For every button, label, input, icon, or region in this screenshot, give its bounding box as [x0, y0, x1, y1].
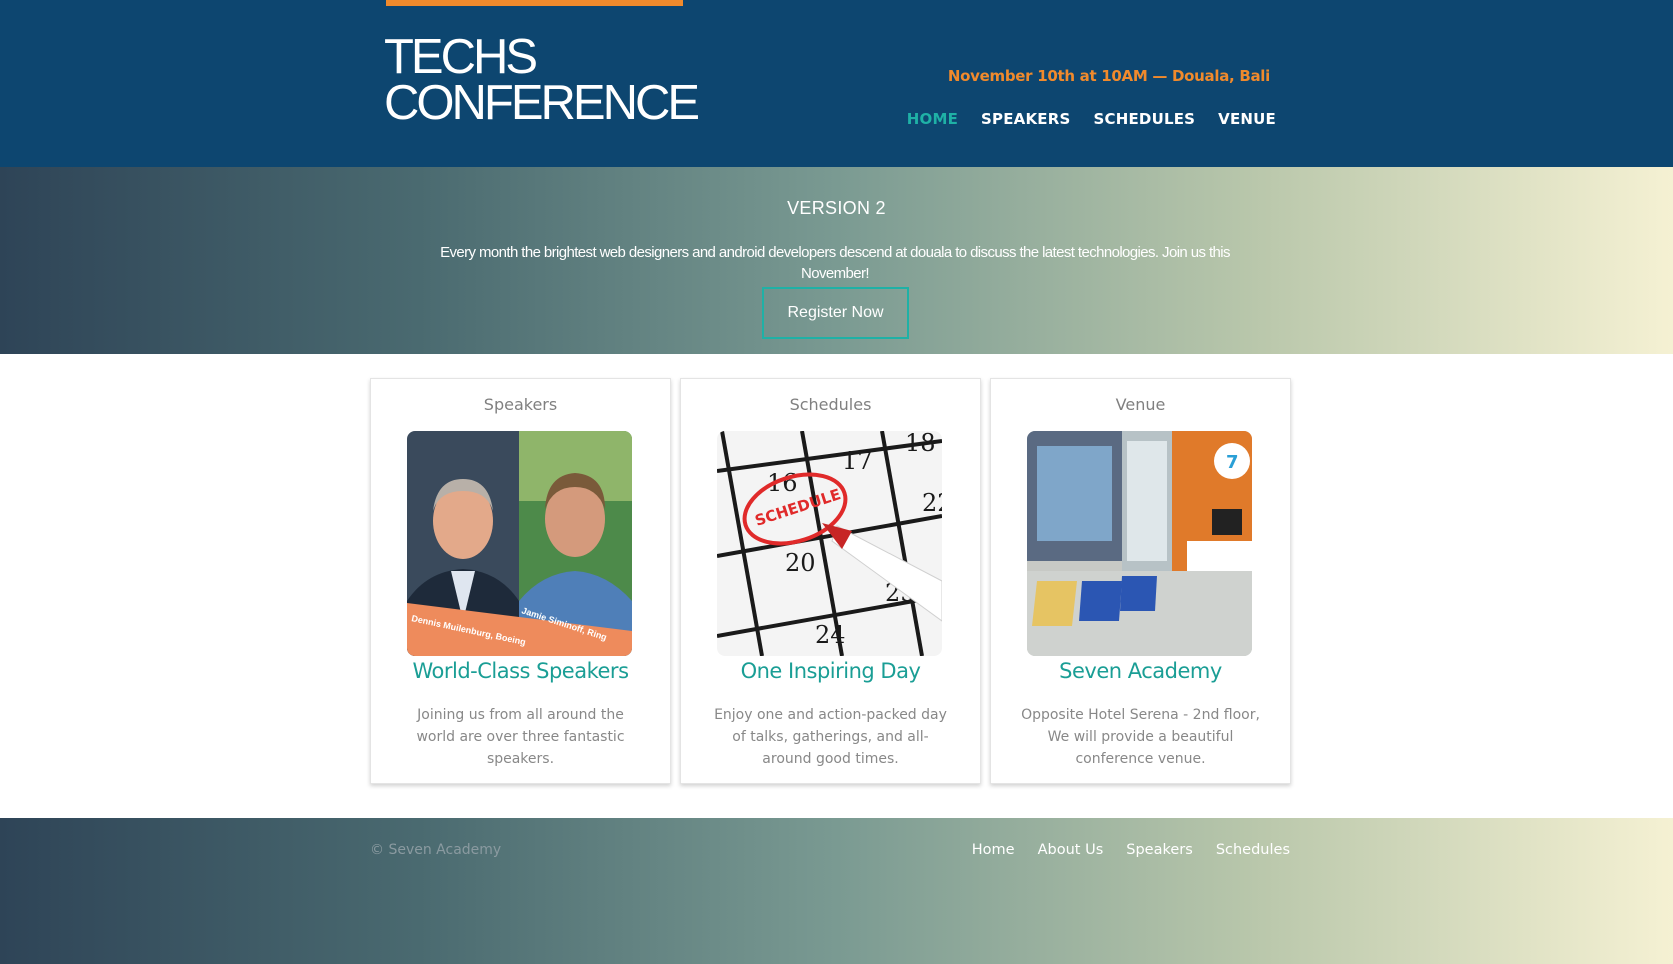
calendar-day: 17: [842, 447, 873, 475]
nav-home[interactable]: HOME: [907, 110, 958, 128]
footer-nav: Home About Us Speakers Schedules: [972, 842, 1290, 858]
calendar-day: 20: [785, 549, 816, 577]
logo-line-2: CONFERENCE: [384, 76, 700, 130]
site-logo[interactable]: TECHS CONFERENCE: [384, 30, 700, 130]
nav-schedules[interactable]: SCHEDULES: [1094, 110, 1196, 128]
copyright-text: © Seven Academy: [370, 842, 502, 858]
venue-illustration: 7: [1027, 431, 1252, 656]
speakers-illustration: Dennis Muilenburg, Boeing Jamie Siminoff…: [407, 431, 632, 656]
venue-card: Venue 7 Seven Academy Opposite Hotel Ser…: [990, 378, 1291, 784]
venue-photo[interactable]: 7: [1027, 431, 1252, 656]
site-footer: © Seven Academy Home About Us Speakers S…: [0, 818, 1673, 964]
calendar-illustration: 16 17 18 20 22 25 24 SCHEDULE: [717, 431, 942, 656]
footer-link-home[interactable]: Home: [972, 842, 1015, 858]
schedules-card: Schedules 16 17 18 20 22 25 24 SCH: [680, 378, 981, 784]
hero-title: VERSION 2: [787, 198, 886, 218]
nav-venue[interactable]: VENUE: [1218, 110, 1276, 128]
card-title[interactable]: Seven Academy: [991, 659, 1290, 683]
hero-description: Every month the brightest web designers …: [440, 244, 1230, 282]
register-now-button[interactable]: Register Now: [762, 287, 909, 339]
site-header: TECHS CONFERENCE November 10th at 10AM —…: [0, 0, 1673, 167]
calendar-day: 24: [815, 621, 846, 649]
card-heading: Schedules: [789, 395, 872, 414]
logo-line-1: TECHS: [384, 30, 538, 84]
card-description: Joining us from all around the world are…: [416, 707, 625, 767]
brand-accent-bar: [386, 0, 683, 6]
speakers-photo[interactable]: Dennis Muilenburg, Boeing Jamie Siminoff…: [407, 431, 632, 656]
footer-link-speakers[interactable]: Speakers: [1126, 842, 1193, 858]
nav-speakers[interactable]: SPEAKERS: [981, 110, 1070, 128]
footer-link-schedules[interactable]: Schedules: [1216, 842, 1290, 858]
event-info: November 10th at 10AM — Douala, Bali: [947, 67, 1270, 85]
card-description: Enjoy one and action-packed day of talks…: [714, 707, 947, 767]
svg-text:7: 7: [1226, 452, 1239, 473]
card-heading: Venue: [1115, 395, 1166, 414]
schedule-calendar-photo[interactable]: 16 17 18 20 22 25 24 SCHEDULE: [717, 431, 942, 656]
calendar-day: 22: [922, 489, 942, 517]
card-heading: Speakers: [483, 395, 558, 414]
card-description: Opposite Hotel Serena - 2nd floor, We wi…: [1021, 707, 1260, 767]
main-nav: HOME SPEAKERS SCHEDULES VENUE: [907, 110, 1276, 128]
hero-banner: VERSION 2 Every month the brightest web …: [0, 167, 1673, 354]
speakers-card: Speakers Dennis Muilenburg, Boeing Jamie…: [370, 378, 671, 784]
footer-link-about[interactable]: About Us: [1038, 842, 1104, 858]
calendar-day: 18: [905, 431, 936, 457]
card-title[interactable]: World-Class Speakers: [371, 659, 670, 683]
card-title[interactable]: One Inspiring Day: [681, 659, 980, 683]
